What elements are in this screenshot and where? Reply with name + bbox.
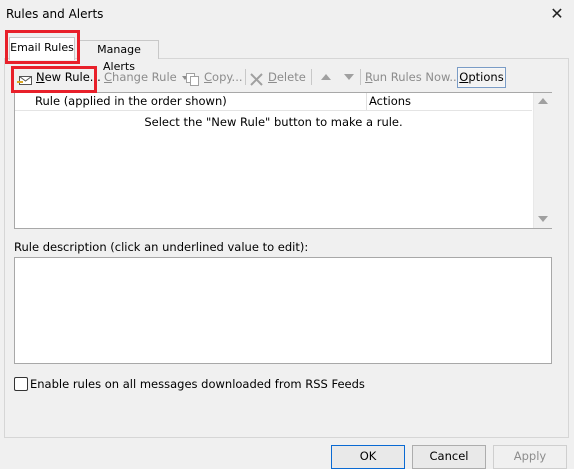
options-button[interactable]: Options (457, 67, 506, 88)
scroll-down-icon[interactable] (538, 216, 548, 222)
column-header-actions[interactable]: Actions (369, 93, 529, 110)
cancel-button[interactable]: Cancel (412, 445, 486, 469)
toolbar-separator (360, 69, 361, 85)
delete-x-icon (250, 71, 263, 93)
toolbar-separator (311, 69, 312, 85)
delete-button[interactable]: Delete (250, 66, 306, 88)
move-down-button[interactable] (342, 66, 356, 88)
column-divider[interactable] (366, 93, 367, 110)
apply-button[interactable]: Apply (493, 445, 567, 469)
new-rule-button[interactable]: New Rule... (16, 66, 101, 88)
tab-strip: Email Rules Manage Alerts (0, 30, 574, 73)
run-rules-now-button[interactable]: Run Rules Now... (365, 66, 460, 88)
rules-list-scrollbar[interactable] (533, 93, 552, 228)
rules-toolbar: New Rule... Change Rule Copy... Delete R… (14, 66, 554, 88)
window-title: Rules and Alerts (6, 7, 104, 21)
new-rule-icon (17, 71, 33, 93)
rule-description-label: Rule description (click an underlined va… (14, 240, 309, 254)
rule-description-box[interactable] (14, 257, 552, 364)
ok-button[interactable]: OK (331, 445, 405, 469)
move-up-button[interactable] (319, 66, 333, 88)
title-bar: Rules and Alerts ✕ (0, 0, 574, 30)
column-header-rule[interactable]: Rule (applied in the order shown) (35, 93, 365, 110)
tab-email-rules[interactable]: Email Rules (9, 37, 75, 60)
move-up-icon (321, 74, 331, 80)
copy-button[interactable]: Copy... (186, 66, 243, 88)
rss-rules-checkbox[interactable] (14, 377, 28, 391)
tab-manage-alerts[interactable]: Manage Alerts (79, 40, 159, 73)
move-down-icon (344, 74, 354, 80)
rss-rules-label[interactable]: Enable rules on all messages downloaded … (30, 376, 365, 392)
rules-empty-message: Select the "New Rule" button to make a r… (144, 115, 403, 129)
scroll-up-icon[interactable] (538, 98, 548, 104)
rules-list[interactable]: Rule (applied in the order shown) Action… (14, 92, 552, 229)
close-icon[interactable]: ✕ (547, 3, 567, 25)
rules-list-header: Rule (applied in the order shown) Action… (15, 93, 532, 111)
change-rule-button[interactable]: Change Rule (104, 66, 189, 88)
copy-icon (186, 71, 200, 93)
toolbar-separator (245, 69, 246, 85)
